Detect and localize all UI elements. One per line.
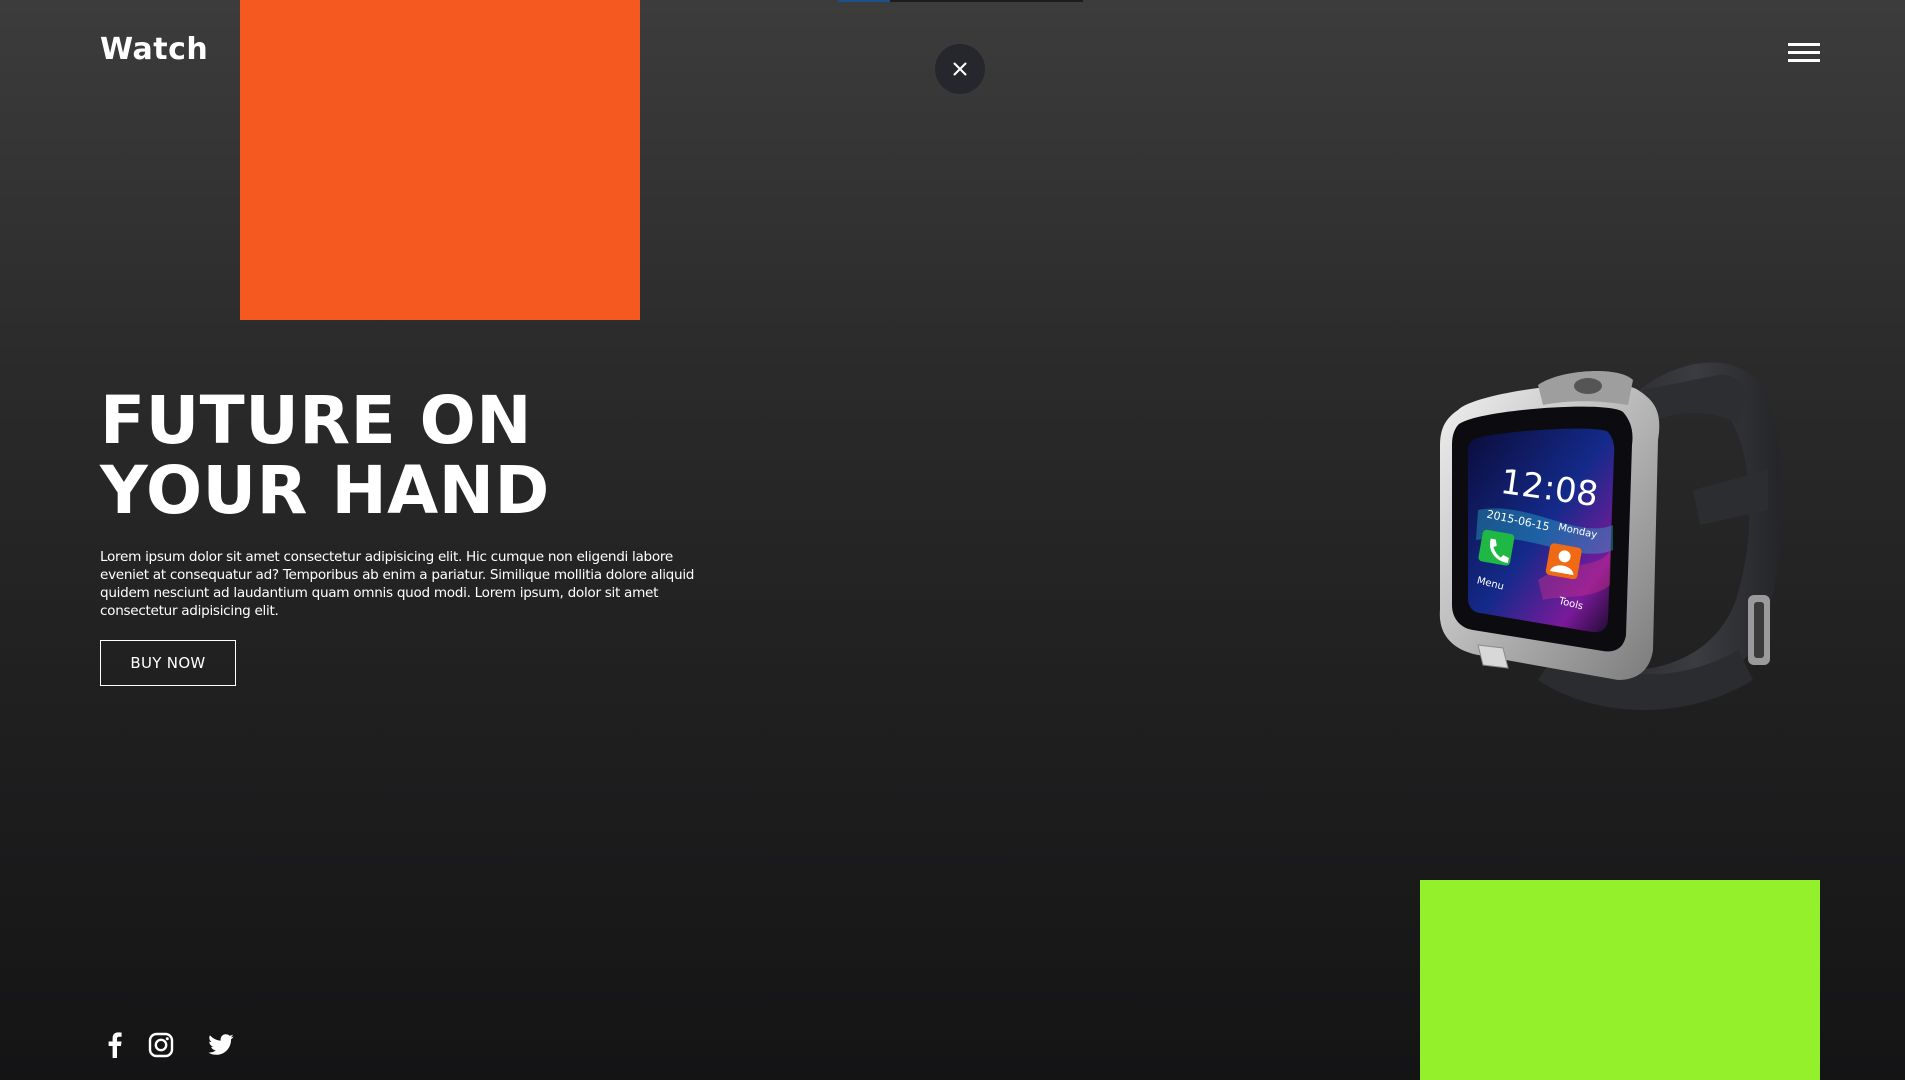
twitter-icon: [208, 1034, 234, 1055]
close-icon: [953, 62, 967, 76]
hamburger-menu-icon: [1788, 43, 1820, 46]
facebook-icon: [108, 1032, 122, 1058]
buy-now-button[interactable]: BUY NOW: [100, 640, 236, 686]
close-button[interactable]: [935, 44, 985, 94]
phone-app-icon: [1478, 529, 1515, 566]
brand-logo[interactable]: Watch: [100, 32, 208, 67]
instagram-icon: [148, 1032, 174, 1058]
hero-headline-line-2: YOUR HAND: [100, 452, 550, 529]
hamburger-menu-button[interactable]: [1788, 40, 1822, 66]
green-accent-block: [1420, 880, 1820, 1080]
twitter-link[interactable]: [206, 1030, 236, 1060]
hero-description: Lorem ipsum dolor sit amet consectetur a…: [100, 549, 695, 619]
orange-accent-block: [240, 0, 640, 320]
instagram-link[interactable]: [146, 1030, 176, 1060]
loading-progress-bar: [838, 0, 1083, 2]
loading-progress-fill: [838, 0, 890, 2]
smartwatch-product-image: 12:08 2015-06-15 Monday Menu Tools: [1439, 362, 1783, 710]
hero-headline: FUTURE ON YOUR HAND: [100, 386, 550, 526]
facebook-link[interactable]: [100, 1030, 130, 1060]
hero-headline-line-1: FUTURE ON: [100, 382, 533, 459]
